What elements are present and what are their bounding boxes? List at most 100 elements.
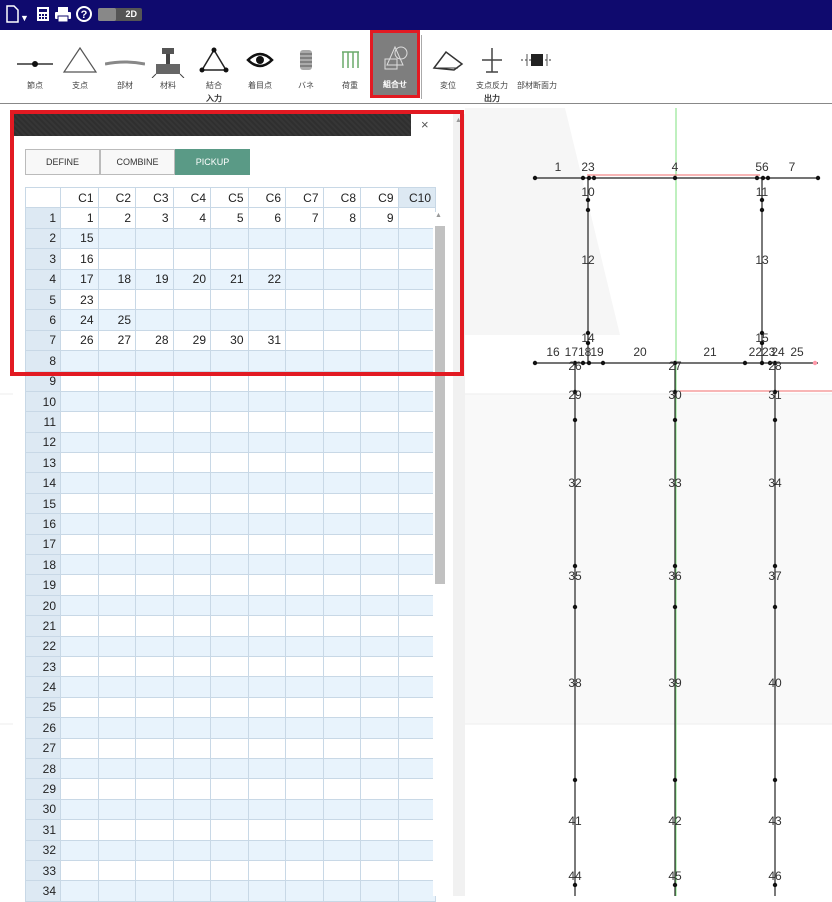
grid-cell[interactable] — [97, 635, 136, 657]
grid-cell[interactable] — [322, 431, 361, 454]
grid-cell[interactable] — [60, 635, 99, 657]
grid-cell[interactable] — [172, 839, 211, 861]
grid-cell[interactable] — [285, 513, 324, 535]
grid-cell[interactable] — [247, 737, 286, 759]
grid-cell[interactable] — [97, 778, 136, 800]
row-header[interactable]: 16 — [25, 513, 61, 535]
grid-cell[interactable] — [360, 676, 399, 698]
grid-cell[interactable] — [397, 635, 436, 657]
row-header[interactable]: 14 — [25, 472, 61, 494]
grid-cell[interactable] — [135, 819, 174, 841]
grid-cell[interactable] — [210, 798, 249, 821]
row-header[interactable]: 25 — [25, 696, 61, 719]
grid-cell[interactable] — [322, 655, 361, 678]
grid-cell[interactable] — [60, 655, 99, 678]
grid-cell[interactable] — [135, 431, 174, 454]
grid-cell[interactable] — [172, 594, 211, 617]
grid-cell[interactable] — [210, 533, 249, 556]
grid-cell[interactable] — [360, 452, 399, 474]
grid-cell[interactable] — [210, 615, 249, 637]
grid-cell[interactable] — [135, 390, 174, 413]
grid-cell[interactable] — [397, 676, 436, 698]
grid-cell[interactable] — [60, 819, 99, 841]
row-header[interactable]: 29 — [25, 778, 61, 800]
grid-cell[interactable] — [172, 615, 211, 637]
grid-cell[interactable] — [322, 737, 361, 759]
grid-cell[interactable] — [210, 635, 249, 657]
grid-cell[interactable] — [135, 452, 174, 474]
grid-cell[interactable] — [60, 717, 99, 739]
grid-cell[interactable] — [322, 594, 361, 617]
grid-cell[interactable] — [322, 554, 361, 576]
grid-cell[interactable] — [322, 635, 361, 657]
grid-cell[interactable] — [285, 533, 324, 556]
grid-cell[interactable] — [360, 533, 399, 556]
grid-cell[interactable] — [360, 819, 399, 841]
grid-cell[interactable] — [285, 737, 324, 759]
grid-cell[interactable] — [285, 411, 324, 433]
grid-cell[interactable] — [285, 717, 324, 739]
grid-cell[interactable] — [97, 696, 136, 719]
grid-cell[interactable] — [210, 676, 249, 698]
grid-cell[interactable] — [60, 390, 99, 413]
grid-cell[interactable] — [247, 594, 286, 617]
grid-cell[interactable] — [322, 778, 361, 800]
grid-cell[interactable] — [135, 513, 174, 535]
grid-cell[interactable] — [397, 798, 436, 821]
grid-cell[interactable] — [172, 655, 211, 678]
grid-cell[interactable] — [210, 717, 249, 739]
grid-cell[interactable] — [172, 819, 211, 841]
grid-cell[interactable] — [247, 696, 286, 719]
printer-icon[interactable] — [54, 5, 72, 29]
row-header[interactable]: 24 — [25, 676, 61, 698]
row-header[interactable]: 12 — [25, 431, 61, 454]
combination-button[interactable]: 組合せ — [370, 30, 420, 98]
row-header[interactable]: 19 — [25, 574, 61, 596]
grid-cell[interactable] — [322, 411, 361, 433]
grid-cell[interactable] — [135, 696, 174, 719]
grid-cell[interactable] — [322, 839, 361, 861]
grid-cell[interactable] — [135, 533, 174, 556]
grid-cell[interactable] — [172, 757, 211, 780]
spring-button[interactable]: バネ — [284, 38, 328, 96]
grid-cell[interactable] — [285, 839, 324, 861]
row-header[interactable]: 11 — [25, 411, 61, 433]
grid-cell[interactable] — [135, 859, 174, 882]
grid-cell[interactable] — [397, 431, 436, 454]
grid-cell[interactable] — [397, 778, 436, 800]
grid-cell[interactable] — [210, 594, 249, 617]
grid-cell[interactable] — [97, 839, 136, 861]
row-header[interactable]: 30 — [25, 798, 61, 821]
reaction-button[interactable]: 支点反力 — [470, 38, 514, 96]
grid-cell[interactable] — [210, 472, 249, 494]
grid-cell[interactable] — [360, 839, 399, 861]
grid-cell[interactable] — [247, 819, 286, 841]
grid-cell[interactable] — [397, 696, 436, 719]
grid-cell[interactable] — [285, 655, 324, 678]
grid-cell[interactable] — [285, 574, 324, 596]
row-header[interactable]: 31 — [25, 819, 61, 841]
grid-cell[interactable] — [247, 513, 286, 535]
grid-cell[interactable] — [97, 717, 136, 739]
grid-cell[interactable] — [172, 798, 211, 821]
grid-cell[interactable] — [135, 492, 174, 515]
grid-cell[interactable] — [97, 492, 136, 515]
grid-cell[interactable] — [172, 492, 211, 515]
grid-cell[interactable] — [322, 472, 361, 494]
grid-cell[interactable] — [60, 411, 99, 433]
grid-cell[interactable] — [135, 554, 174, 576]
grid-cell[interactable] — [397, 880, 436, 902]
grid-cell[interactable] — [360, 390, 399, 413]
grid-cell[interactable] — [247, 615, 286, 637]
grid-cell[interactable] — [210, 492, 249, 515]
grid-cell[interactable] — [210, 778, 249, 800]
member-button[interactable]: 部材 — [103, 38, 147, 96]
grid-cell[interactable] — [135, 574, 174, 596]
grid-cell[interactable] — [60, 676, 99, 698]
grid-cell[interactable] — [285, 472, 324, 494]
grid-cell[interactable] — [210, 757, 249, 780]
grid-cell[interactable] — [360, 513, 399, 535]
grid-cell[interactable] — [60, 492, 99, 515]
grid-cell[interactable] — [247, 574, 286, 596]
grid-cell[interactable] — [285, 390, 324, 413]
